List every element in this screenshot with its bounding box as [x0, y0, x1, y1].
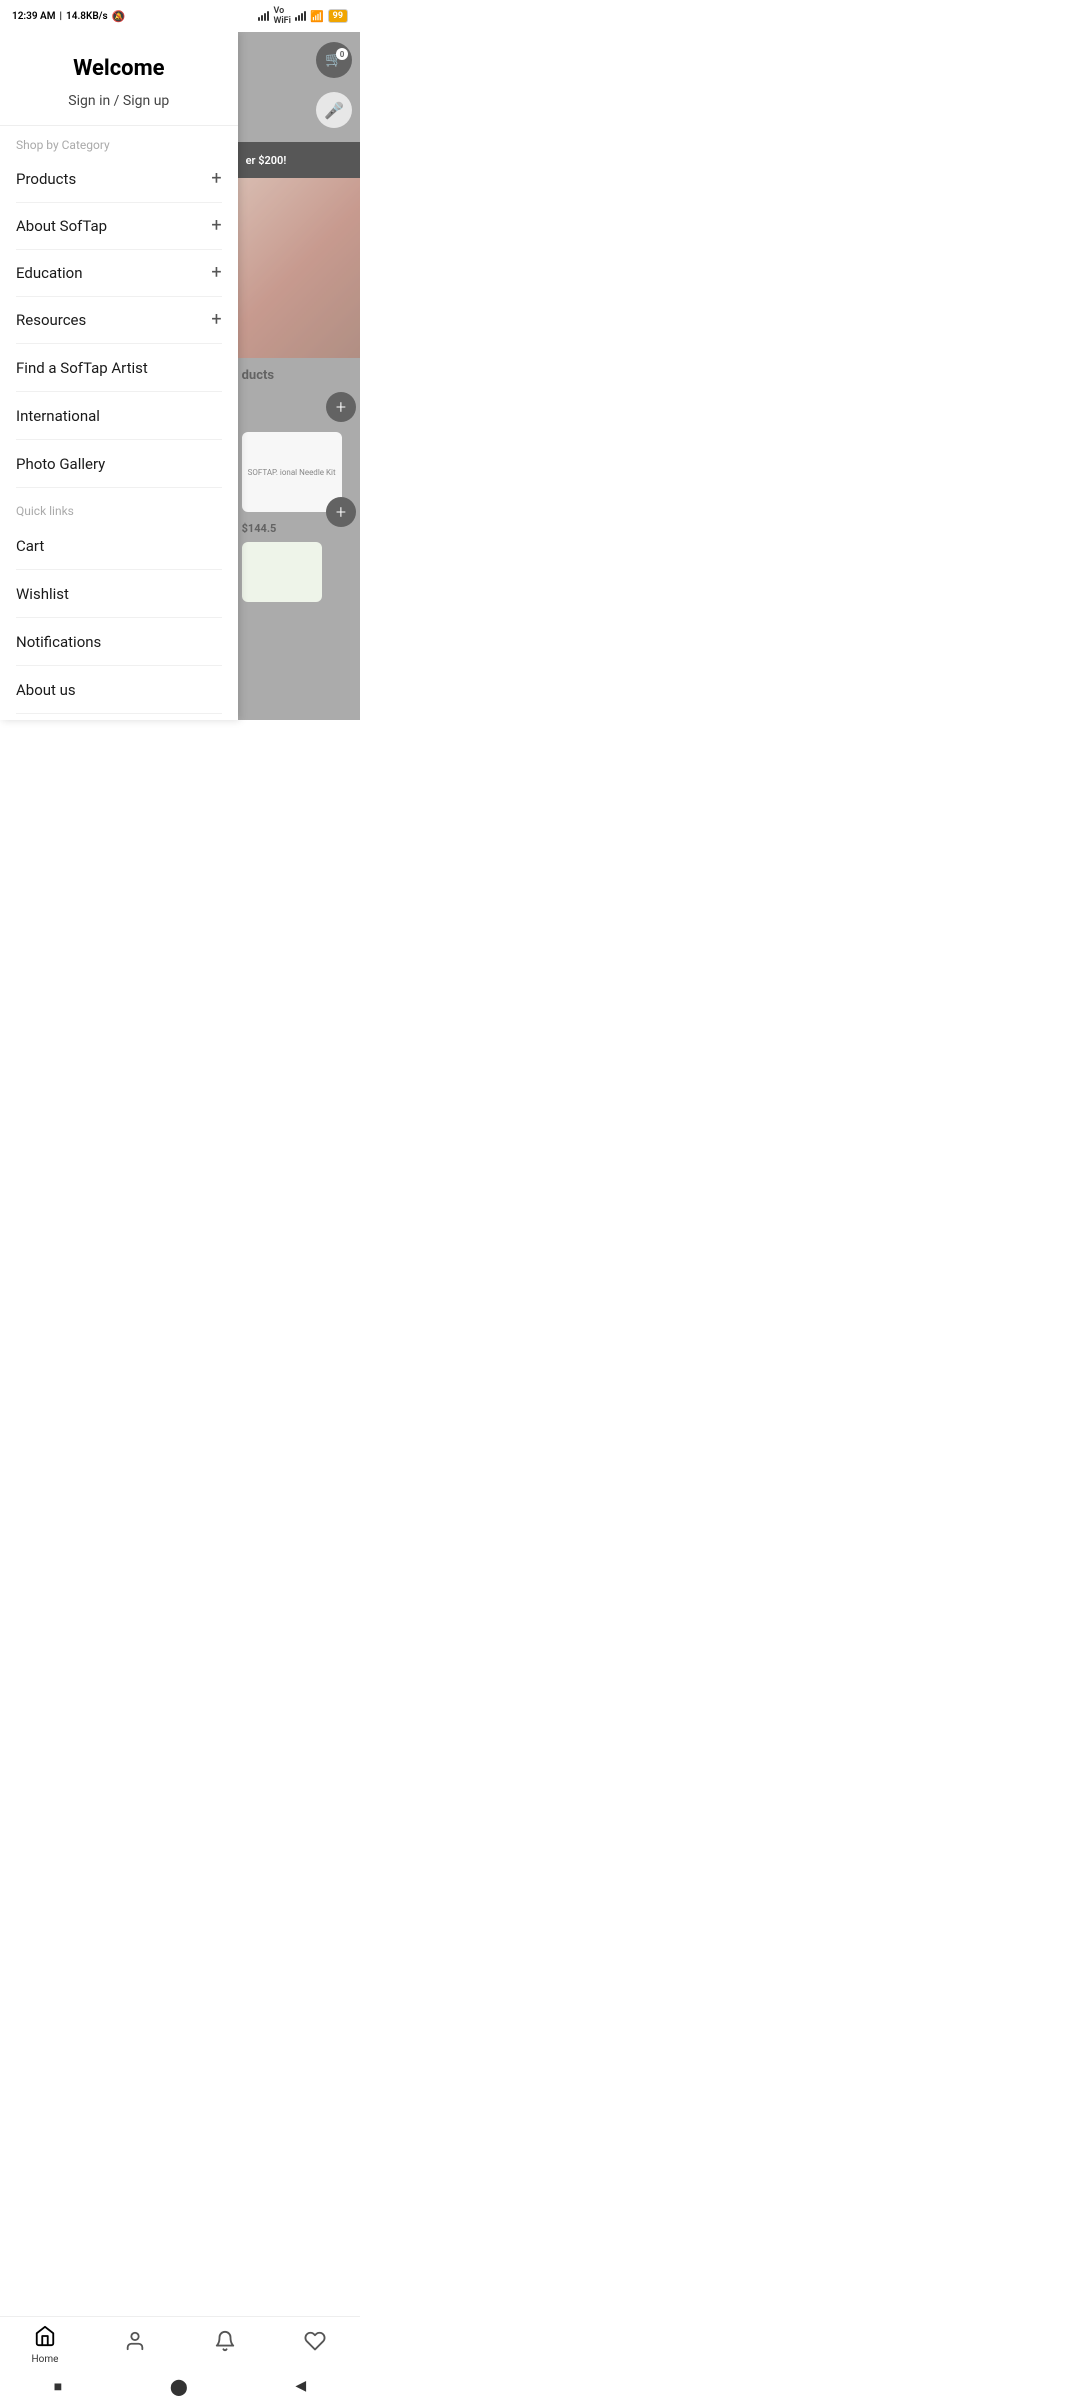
- cart-label: Cart: [16, 537, 44, 555]
- menu-item-find-artist[interactable]: Find a SofTap Artist: [16, 344, 222, 392]
- nav-home[interactable]: Home: [0, 2325, 90, 2365]
- product-card-1: SOFTAP. ional Needle Kit: [242, 432, 342, 512]
- android-square-btn[interactable]: ■: [54, 2378, 62, 2395]
- menu-item-international[interactable]: International: [16, 392, 222, 440]
- cart-icon: 🛒 0: [316, 42, 352, 78]
- battery-badge: 99: [328, 9, 348, 23]
- separator: |: [60, 11, 63, 22]
- expand-icon-about: +: [211, 217, 221, 235]
- menu-item-cart[interactable]: Cart: [16, 522, 222, 570]
- menu-item-contact-us[interactable]: Contact us: [16, 714, 222, 720]
- android-nav-bar: ■ ⬤ ◀: [0, 2372, 360, 2400]
- menu-item-products[interactable]: Products +: [16, 156, 222, 203]
- wishlist-label: Wishlist: [16, 585, 69, 603]
- hero-image: [238, 178, 360, 358]
- nav-wishlist[interactable]: [270, 2330, 360, 2359]
- home-label: Home: [32, 2354, 59, 2365]
- background-content: 🛒 0 🎤 er $200! ducts + SOFTAP. ional Nee…: [238, 32, 360, 720]
- mic-icon: 🎤: [316, 92, 352, 128]
- android-home-btn[interactable]: ⬤: [170, 2377, 188, 2396]
- menu-item-photo-gallery[interactable]: Photo Gallery: [16, 440, 222, 488]
- menu-item-wishlist[interactable]: Wishlist: [16, 570, 222, 618]
- expand-icon-education: +: [211, 264, 221, 282]
- status-left: 12:39 AM | 14.8KB/s 🔕: [12, 10, 125, 23]
- quick-links-section: Quick links Cart Wishlist Notifications …: [0, 488, 238, 720]
- menu-item-resources[interactable]: Resources +: [16, 297, 222, 344]
- education-label: Education: [16, 264, 83, 282]
- resources-label: Resources: [16, 311, 86, 329]
- about-softap-label: About SofTap: [16, 217, 107, 235]
- products-label: Products: [16, 170, 76, 188]
- bell-icon: [214, 2330, 236, 2357]
- android-back-btn[interactable]: ◀: [295, 2378, 306, 2394]
- signin-link[interactable]: Sign in / Sign up: [16, 93, 222, 109]
- data-speed: 14.8KB/s: [66, 11, 108, 22]
- add-product-button-2: +: [326, 497, 356, 527]
- welcome-title: Welcome: [16, 56, 222, 81]
- nav-notifications[interactable]: [180, 2330, 270, 2359]
- product-card-2: [242, 542, 322, 602]
- drawer-header: Welcome Sign in / Sign up: [0, 32, 238, 126]
- home-icon: [34, 2325, 56, 2352]
- notifications-label: Notifications: [16, 633, 101, 651]
- heart-icon: [304, 2330, 326, 2357]
- cart-badge: 0: [336, 48, 348, 60]
- product-price: $144.5: [242, 522, 277, 535]
- main-screen: Welcome Sign in / Sign up Shop by Catego…: [0, 32, 360, 720]
- status-bar: 12:39 AM | 14.8KB/s 🔕 VoWiFi 📶 99: [0, 0, 360, 32]
- profile-icon: [124, 2330, 146, 2357]
- expand-icon-products: +: [211, 170, 221, 188]
- mute-icon: 🔕: [112, 10, 126, 23]
- add-product-button: +: [326, 392, 356, 422]
- about-us-label: About us: [16, 681, 76, 699]
- navigation-drawer: Welcome Sign in / Sign up Shop by Catego…: [0, 32, 238, 720]
- shop-category-section: Shop by Category Products + About SofTap…: [0, 126, 238, 488]
- shop-section-label: Shop by Category: [16, 138, 222, 152]
- status-right: VoWiFi 📶 99: [258, 6, 348, 26]
- quick-links-label: Quick links: [16, 504, 222, 518]
- international-label: International: [16, 407, 100, 425]
- menu-item-notifications[interactable]: Notifications: [16, 618, 222, 666]
- products-section-title: ducts: [242, 368, 274, 383]
- product-card-text: SOFTAP. ional Needle Kit: [248, 468, 336, 477]
- vo-wifi-label: VoWiFi: [273, 6, 291, 26]
- menu-item-about-softap[interactable]: About SofTap +: [16, 203, 222, 250]
- menu-item-education[interactable]: Education +: [16, 250, 222, 297]
- find-artist-label: Find a SofTap Artist: [16, 359, 148, 377]
- expand-icon-resources: +: [211, 311, 221, 329]
- bottom-navigation: Home: [0, 2316, 360, 2372]
- signal-bars: [258, 11, 269, 21]
- banner-text: er $200!: [246, 154, 287, 167]
- time: 12:39 AM: [12, 11, 56, 22]
- promo-banner: er $200!: [238, 142, 360, 178]
- wifi-icon: 📶: [310, 10, 324, 23]
- menu-item-about-us[interactable]: About us: [16, 666, 222, 714]
- nav-profile[interactable]: [90, 2330, 180, 2359]
- photo-gallery-label: Photo Gallery: [16, 455, 105, 473]
- signal-bars-2: [295, 11, 306, 21]
